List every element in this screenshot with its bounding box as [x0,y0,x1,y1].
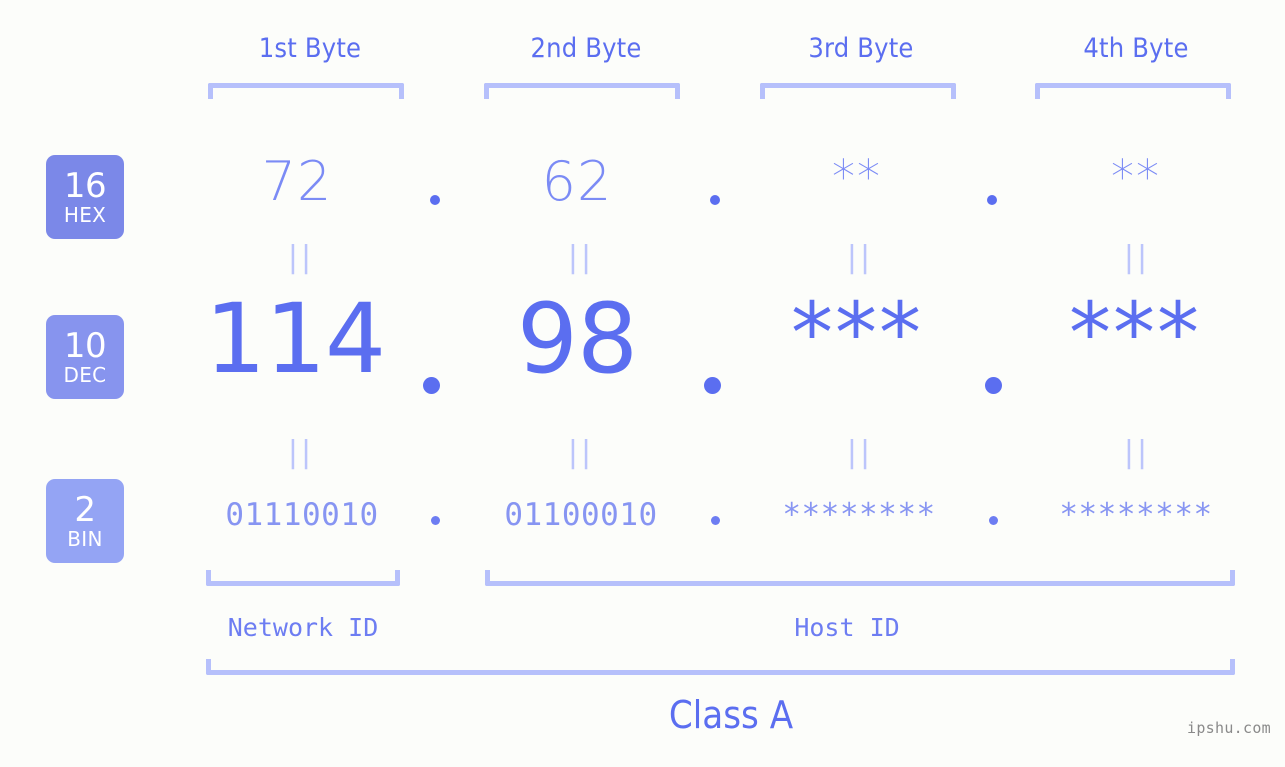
equals-marker-decbin-3: || [846,435,874,470]
equals-marker-decbin-2: || [567,435,595,470]
equals-marker-decbin-1: || [287,435,315,470]
base-badge-hex: 16 HEX [46,155,124,239]
equals-marker-hexdec-1: || [287,240,315,275]
hex-byte-3: ** [832,150,882,204]
base-badge-dec-number: 10 [63,326,107,366]
byte-bracket-3 [760,83,956,99]
equals-marker-hexdec-3: || [846,240,874,275]
equals-marker-hexdec-4: || [1123,240,1151,275]
base-badge-dec: 10 DEC [46,315,124,399]
base-badge-dec-label: DEC [63,363,107,387]
equals-marker-hexdec-2: || [567,240,595,275]
dec-dot-separator-3 [985,377,1002,394]
bin-byte-1: 01110010 [225,497,379,533]
bin-dot-separator-2 [711,516,720,525]
base-badge-hex-label: HEX [63,203,107,227]
dec-dot-separator-1 [423,377,440,394]
bin-byte-4: ******** [1059,497,1213,533]
site-watermark: ipshu.com [1187,719,1271,737]
hex-dot-separator-2 [710,195,720,205]
hex-dot-separator-3 [987,195,997,205]
hex-dot-separator-1 [430,195,440,205]
hex-byte-4: ** [1111,150,1161,204]
base-badge-bin-number: 2 [74,490,96,530]
network-id-bracket [206,570,400,586]
base-badge-bin: 2 BIN [46,479,124,563]
bin-byte-2: 01100010 [504,497,658,533]
bin-dot-separator-1 [431,516,440,525]
byte-header-2: 2nd Byte [530,33,642,64]
byte-bracket-4 [1035,83,1231,99]
equals-marker-decbin-4: || [1123,435,1151,470]
network-id-label: Network ID [227,613,379,642]
hex-byte-2: 62 [541,150,613,213]
host-id-label: Host ID [794,613,900,642]
dec-byte-4: *** [1069,284,1201,382]
class-label: Class A [668,693,794,737]
base-badge-bin-label: BIN [67,527,103,551]
byte-bracket-2 [484,83,680,99]
dec-byte-1: 114 [204,283,386,395]
ip-address-breakdown-diagram: 1st Byte 2nd Byte 3rd Byte 4th Byte 16 H… [0,0,1285,767]
bin-byte-3: ******** [782,497,936,533]
base-badge-hex-number: 16 [63,166,107,206]
bin-dot-separator-3 [989,516,998,525]
byte-header-3: 3rd Byte [808,33,914,64]
dec-byte-2: 98 [516,283,638,395]
byte-header-1: 1st Byte [258,33,362,64]
dec-byte-3: *** [791,284,923,382]
hex-byte-1: 72 [261,150,333,213]
class-bracket [206,659,1235,675]
byte-bracket-1 [208,83,404,99]
host-id-bracket [485,570,1235,586]
dec-dot-separator-2 [704,377,721,394]
byte-header-4: 4th Byte [1083,33,1189,64]
